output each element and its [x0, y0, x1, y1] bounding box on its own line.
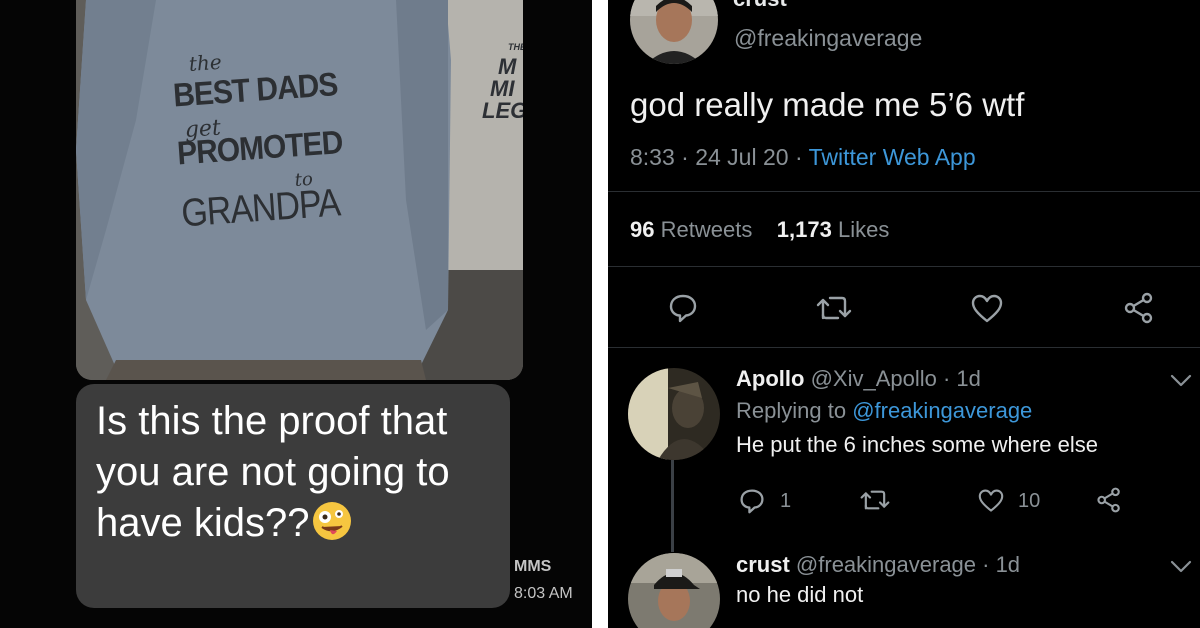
retweets-count: 96: [630, 217, 655, 242]
panel-divider: [592, 0, 608, 628]
author-handle[interactable]: @freakingaverage: [734, 25, 922, 52]
reply-text: no he did not: [736, 582, 864, 607]
likes-count: 1,173: [776, 217, 832, 242]
shirt-text-the: the: [188, 49, 223, 76]
zany-face-emoji-icon: [313, 502, 352, 540]
reply-retweet-icon[interactable]: [860, 488, 890, 512]
reply-share-icon[interactable]: [1096, 487, 1122, 513]
message-time: 8:03 AM: [514, 585, 573, 602]
chevron-down-icon[interactable]: [1170, 560, 1192, 574]
tweet-meta: 8:33 · 24 Jul 20 · Twitter Web App: [630, 144, 976, 171]
mms-label: MMS: [514, 558, 552, 575]
reply-comment-icon[interactable]: [739, 488, 765, 514]
mms-photo[interactable]: the BEST DADS get PROMOTED to GRANDPA TH…: [76, 0, 523, 380]
likes-stat[interactable]: 1,173 Likes: [777, 217, 890, 242]
reply-author-name[interactable]: Apollo: [736, 366, 804, 391]
retweet-icon[interactable]: [816, 294, 852, 322]
reply-apollo[interactable]: Apollo @Xiv_Apollo · 1d Replying to @fre…: [736, 366, 1098, 458]
separator: [608, 266, 1200, 267]
tweet-screenshot: crust @freakingaverage god really made m…: [608, 0, 1200, 628]
replying-to-prefix: Replying to: [736, 398, 853, 423]
message-text-wrap: Is this the proof that you are not going…: [96, 396, 492, 549]
replying-to-mention[interactable]: @freakingaverage: [852, 398, 1032, 423]
reply-like-count: 10: [1018, 490, 1041, 512]
chevron-down-icon[interactable]: [1170, 374, 1192, 388]
author-avatar-image: [630, 0, 718, 64]
retweets-label: Retweets: [660, 217, 753, 242]
tweet-timestamp[interactable]: 8:33 · 24 Jul 20 ·: [630, 144, 809, 170]
sms-screenshot: the BEST DADS get PROMOTED to GRANDPA TH…: [0, 0, 592, 628]
reply-crust[interactable]: crust @freakingaverage · 1d no he did no…: [736, 552, 1020, 608]
likes-label: Likes: [837, 217, 890, 242]
reply-avatar-image: [628, 368, 720, 460]
share-icon[interactable]: [1123, 292, 1155, 324]
separator: [608, 191, 1200, 192]
author-name[interactable]: crust: [733, 0, 787, 12]
reply-header: Apollo @Xiv_Apollo · 1d: [736, 366, 1098, 392]
tweet-text: god really made me 5’6 wtf: [630, 86, 1025, 123]
tweet-stats: 96 Retweets 1,173 Likes: [630, 217, 889, 243]
tweet-source[interactable]: Twitter Web App: [809, 144, 976, 170]
reply-author-name[interactable]: crust: [736, 552, 790, 577]
comment-icon[interactable]: [668, 293, 698, 323]
message-bubble[interactable]: Is this the proof that you are not going…: [76, 384, 510, 608]
separator: [608, 347, 1200, 348]
heart-icon[interactable]: [971, 294, 1003, 324]
reply-author-handle[interactable]: @freakingaverage · 1d: [796, 552, 1020, 577]
reply-avatar-crust[interactable]: [628, 553, 720, 628]
message-text: Is this the proof that you are not going…: [96, 399, 450, 545]
reply-heart-icon[interactable]: [978, 489, 1004, 513]
reply-avatar-image: [628, 553, 720, 628]
reply-header: crust @freakingaverage · 1d: [736, 552, 1020, 578]
thread-line: [671, 460, 674, 552]
replying-to: Replying to @freakingaverage: [736, 398, 1098, 424]
reply-comment-count: 1: [780, 490, 792, 512]
back-shirt-text-4: LEG: [482, 98, 523, 123]
retweets-stat[interactable]: 96 Retweets: [630, 217, 752, 242]
reply-text: He put the 6 inches some where else: [736, 432, 1098, 457]
reply-author-handle[interactable]: @Xiv_Apollo · 1d: [811, 366, 981, 391]
author-avatar[interactable]: [630, 0, 718, 64]
reply-avatar-apollo[interactable]: [628, 368, 720, 460]
back-shirt-text-1: THE: [508, 42, 523, 52]
